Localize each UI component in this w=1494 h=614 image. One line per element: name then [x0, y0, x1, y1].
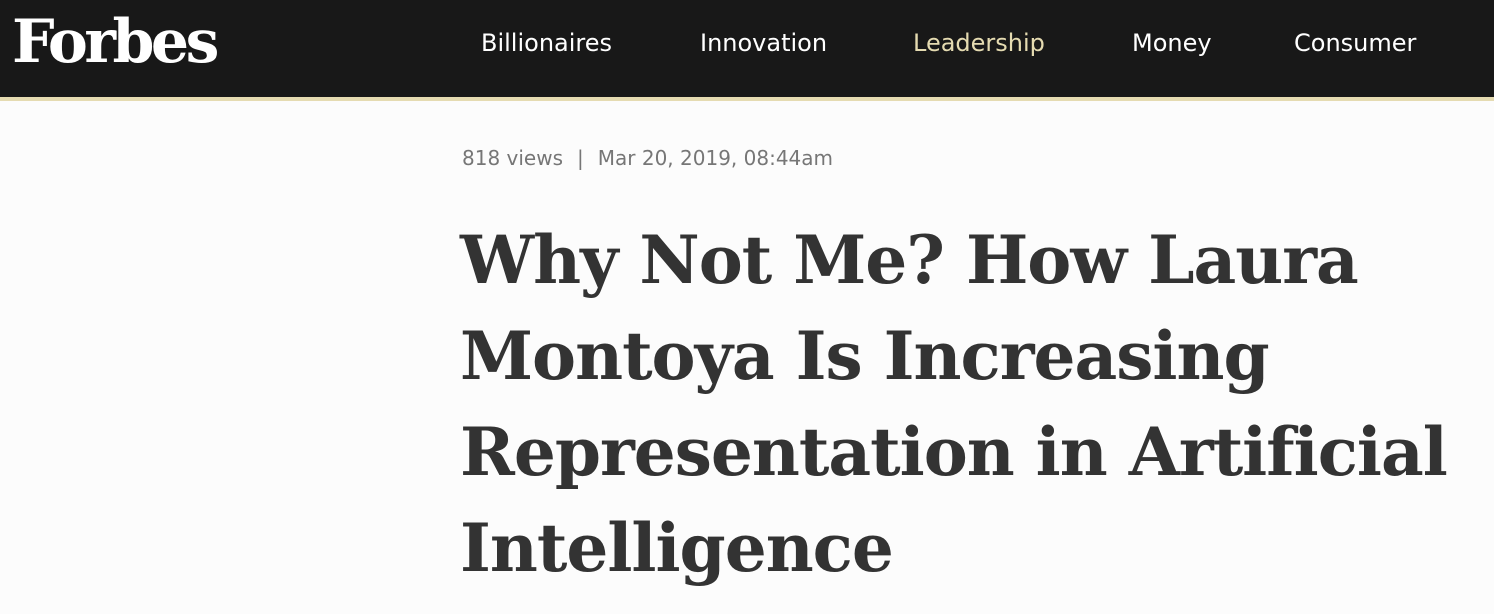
article-meta: 818 views | Mar 20, 2019, 08:44am — [462, 145, 833, 171]
nav-item-billionaires[interactable]: Billionaires — [481, 27, 612, 59]
view-count: 818 views — [462, 146, 564, 170]
top-navigation-bar: Forbes Billionaires Innovation Leadershi… — [0, 0, 1494, 101]
nav-item-consumer[interactable]: Consumer — [1294, 27, 1416, 59]
nav-item-leadership[interactable]: Leadership — [913, 27, 1045, 59]
forbes-logo[interactable]: Forbes — [12, 2, 219, 82]
nav-item-money[interactable]: Money — [1132, 27, 1212, 59]
meta-separator: | — [577, 146, 584, 170]
article-title: Why Not Me? How Laura Montoya Is Increas… — [460, 221, 1448, 587]
nav-item-innovation[interactable]: Innovation — [700, 27, 827, 59]
publish-date: Mar 20, 2019, 08:44am — [597, 146, 834, 170]
